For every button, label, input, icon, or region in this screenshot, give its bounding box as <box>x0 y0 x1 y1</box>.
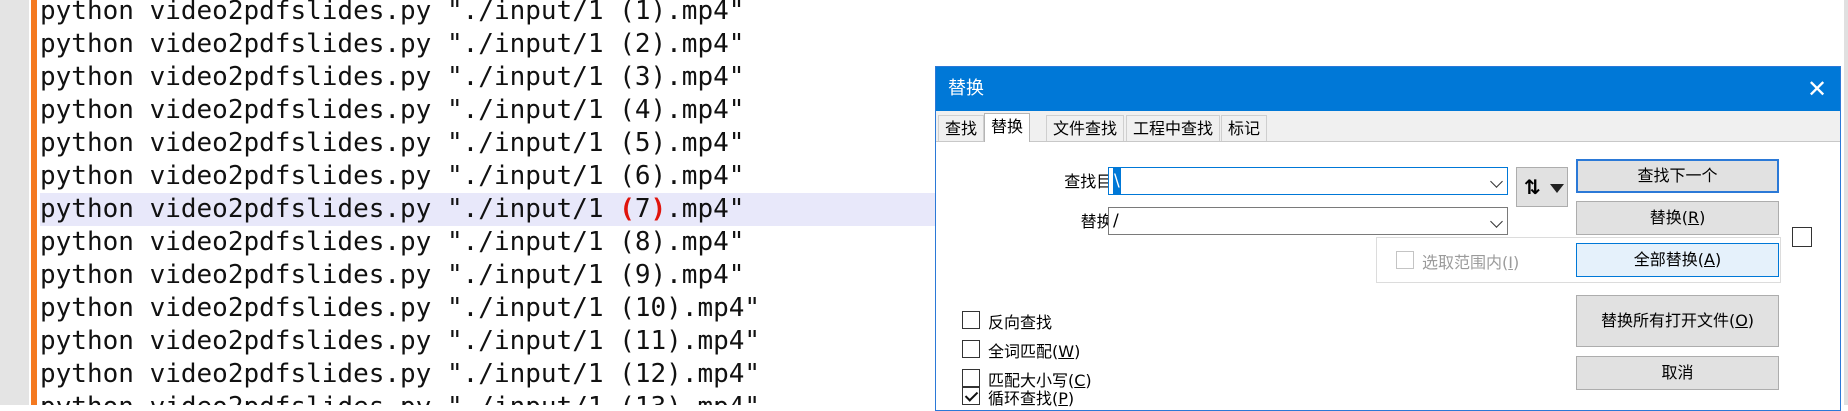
tab-find-in-files[interactable]: 文件查找 <box>1046 115 1125 141</box>
close-icon[interactable]: ✕ <box>1794 67 1840 111</box>
code-line[interactable]: python video2pdfslides.py "./input/1 (10… <box>40 292 760 325</box>
transparency-checkbox[interactable] <box>1792 227 1812 247</box>
dialog-title: 替换 <box>948 78 984 99</box>
dropdown-arrow-icon[interactable] <box>1550 184 1564 193</box>
match-whole-word-label: 全词匹配(W) <box>988 342 1081 361</box>
backward-direction-checkbox[interactable] <box>962 311 980 329</box>
swap-arrows-icon: ⇅ <box>1524 175 1541 199</box>
backward-direction-label: 反向查找 <box>988 313 1053 332</box>
tab-mark[interactable]: 标记 <box>1221 115 1268 141</box>
checkmark-icon <box>964 388 979 402</box>
replace-all-in-open-docs-button[interactable]: 替换所有打开文件(O) <box>1576 295 1779 347</box>
replace-with-value[interactable]: / <box>1113 208 1119 234</box>
code-line[interactable]: python video2pdfslides.py "./input/1 (13… <box>40 391 760 405</box>
code-line[interactable]: python video2pdfslides.py "./input/1 (2)… <box>40 28 744 61</box>
cancel-button[interactable]: 取消 <box>1576 356 1779 390</box>
find-what-value[interactable]: \ <box>1113 168 1121 194</box>
swap-find-replace-button[interactable]: ⇅ <box>1516 167 1568 207</box>
code-line[interactable]: python video2pdfslides.py "./input/1 (6)… <box>40 160 744 193</box>
code-line[interactable]: python video2pdfslides.py "./input/1 (1)… <box>40 0 744 28</box>
match-case-checkbox[interactable] <box>962 369 980 387</box>
current-code-line[interactable]: python video2pdfslides.py "./input/1 (7)… <box>40 193 940 226</box>
find-what-combobox[interactable]: \ <box>1108 167 1508 195</box>
in-selection-label: 选取范围内(I) <box>1422 253 1520 272</box>
wrap-around-checkbox[interactable] <box>962 387 980 405</box>
code-line[interactable]: python video2pdfslides.py "./input/1 (8)… <box>40 226 744 259</box>
brace-match-open: ( <box>619 194 635 224</box>
in-selection-checkbox[interactable] <box>1396 251 1414 269</box>
code-line[interactable]: python video2pdfslides.py "./input/1 (9)… <box>40 259 744 292</box>
vertical-scrollbar[interactable] <box>1844 0 1848 405</box>
chevron-down-icon[interactable] <box>1490 175 1503 188</box>
code-line[interactable]: python video2pdfslides.py "./input/1 (11… <box>40 325 760 358</box>
find-next-button[interactable]: 查找下一个 <box>1576 159 1779 193</box>
replace-dialog: 替换 ✕ 查找 替换 文件查找 工程中查找 标记 查找目标(F)： \ 替换为(… <box>935 66 1841 411</box>
change-history-bar <box>31 0 37 405</box>
brace-match-close: ) <box>650 194 667 224</box>
match-whole-word-checkbox[interactable] <box>962 340 980 358</box>
tab-replace[interactable]: 替换 <box>984 113 1031 142</box>
code-line[interactable]: python video2pdfslides.py "./input/1 (4)… <box>40 94 744 127</box>
replace-with-combobox[interactable]: / <box>1108 207 1508 235</box>
code-line[interactable]: python video2pdfslides.py "./input/1 (5)… <box>40 127 744 160</box>
code-line[interactable]: python video2pdfslides.py "./input/1 (12… <box>40 358 760 391</box>
line-number-gutter <box>0 0 29 405</box>
replace-all-button[interactable]: 全部替换(A) <box>1576 243 1779 277</box>
replace-button[interactable]: 替换(R) <box>1576 201 1779 235</box>
tab-find[interactable]: 查找 <box>938 115 985 141</box>
dialog-tabs: 查找 替换 文件查找 工程中查找 标记 <box>936 111 1840 142</box>
dialog-titlebar[interactable]: 替换 ✕ <box>936 67 1840 111</box>
chevron-down-icon[interactable] <box>1490 215 1503 228</box>
tab-find-in-projects[interactable]: 工程中查找 <box>1126 115 1221 141</box>
wrap-around-label: 循环查找(P) <box>988 389 1075 408</box>
code-line[interactable]: python video2pdfslides.py "./input/1 (3)… <box>40 61 744 94</box>
